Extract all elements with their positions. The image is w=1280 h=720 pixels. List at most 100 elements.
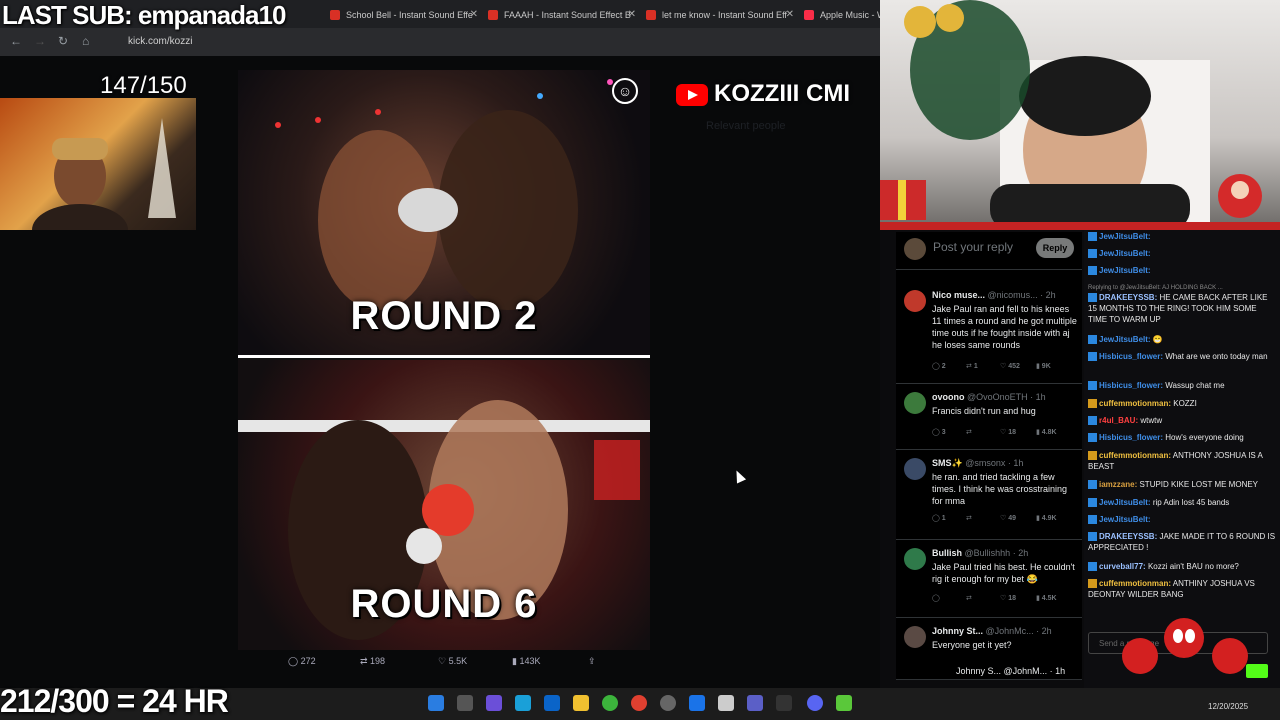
chat-username[interactable]: curveball77: — [1099, 562, 1146, 571]
back-icon[interactable]: ← — [10, 34, 22, 48]
youtube-icon — [676, 83, 708, 106]
avatar[interactable] — [904, 548, 926, 570]
chat-badge-icon — [1088, 480, 1097, 490]
reply-input[interactable]: Post your reply — [933, 240, 1013, 254]
tweet-author[interactable]: Nico muse... @nicomus... · 2h — [932, 290, 1056, 300]
tweet-author[interactable]: Bullish @Bullishhh · 2h — [932, 548, 1028, 558]
close-tab-icon[interactable]: ✕ — [786, 4, 794, 26]
repost-count[interactable]: ⇄ — [966, 428, 972, 436]
edge-icon[interactable] — [515, 695, 531, 711]
avatar[interactable] — [904, 392, 926, 414]
chat-username[interactable]: Hisbicus_flower: — [1099, 381, 1163, 390]
chat-badge-icon — [1088, 293, 1097, 303]
avatar[interactable] — [904, 458, 926, 480]
chat-badge-icon — [1088, 579, 1097, 589]
windows-start-icon[interactable] — [428, 695, 444, 711]
chat-username[interactable]: cuffemmotionman: — [1099, 451, 1171, 460]
chat-message: JewJitsuBelt: — [1088, 265, 1276, 276]
spiderman-overlay — [1110, 612, 1250, 682]
forward-icon[interactable]: → — [34, 34, 46, 48]
store-icon[interactable] — [689, 695, 705, 711]
chat-username[interactable]: cuffemmotionman: — [1099, 579, 1171, 588]
youtube-favicon-icon — [330, 10, 340, 20]
view-count[interactable]: ▮ 4.5K — [1036, 594, 1057, 602]
chat-username[interactable]: JewJitsuBelt: — [1099, 249, 1151, 258]
chat-username[interactable]: JewJitsuBelt: — [1099, 498, 1151, 507]
chat-text: Replying to @JewJitsuBelt: AJ HOLDING BA… — [1088, 285, 1223, 291]
url-field[interactable]: kick.com/kozzi — [112, 34, 872, 50]
close-tab-icon[interactable]: ✕ — [628, 4, 636, 26]
chat-username[interactable]: Hisbicus_flower: — [1099, 433, 1163, 442]
reply-count[interactable]: ◯ 3 — [932, 428, 946, 436]
teams-icon[interactable] — [747, 695, 763, 711]
reply-tweet[interactable]: Bullish @Bullishhh · 2h Jake Paul tried h… — [896, 542, 1082, 618]
app-icon[interactable] — [836, 695, 852, 711]
discord-icon[interactable] — [807, 695, 823, 711]
tweet-text: Everyone get it yet? — [932, 640, 1012, 650]
close-tab-icon[interactable]: ✕ — [470, 4, 478, 26]
home-icon[interactable]: ⌂ — [82, 34, 89, 48]
chat-username[interactable]: JewJitsuBelt: — [1099, 232, 1151, 241]
chat-username[interactable]: Hisbicus_flower: — [1099, 352, 1163, 361]
repost-count[interactable]: ⇄ 1 — [966, 362, 978, 370]
repost-count[interactable]: ⇄ — [966, 514, 972, 522]
file-explorer-icon[interactable] — [573, 695, 589, 711]
reply-tweet[interactable]: ovoono @OvoOnoETH · 1h Francis didn't run… — [896, 386, 1082, 450]
outlook-icon[interactable] — [544, 695, 560, 711]
tweet-author[interactable]: Johnny St... @JohnMc... · 2h — [932, 626, 1052, 636]
reply-count[interactable]: ◯ 1 — [932, 514, 946, 522]
repost-count[interactable]: ⇄ — [966, 594, 972, 602]
chrome-icon[interactable] — [631, 695, 647, 711]
share-icon[interactable]: ⇪ — [588, 656, 596, 667]
christmas-webcam-frame — [880, 0, 1280, 230]
chat-username[interactable]: JewJitsuBelt: — [1099, 335, 1151, 344]
settings-icon[interactable] — [660, 695, 676, 711]
guest-webcam-figure — [32, 118, 176, 256]
smiley-icon: ☺ — [612, 78, 638, 104]
view-count[interactable]: ▮ 4.9K — [1036, 514, 1057, 522]
chat-message: Hisbicus_flower: How's everyone doing — [1088, 432, 1276, 443]
like-count[interactable]: ♡ 18 — [1000, 594, 1016, 602]
chat-username[interactable]: JewJitsuBelt: — [1099, 515, 1151, 524]
task-view-icon[interactable] — [457, 695, 473, 711]
browser-tab[interactable]: let me know - Instant Sound Eff ✕ — [638, 4, 794, 26]
app-icon[interactable] — [776, 695, 792, 711]
chat-username[interactable]: DRAKEEYSSB: — [1099, 532, 1157, 541]
browser-tab[interactable]: School Bell - Instant Sound Effe ✕ — [322, 4, 478, 26]
avatar[interactable] — [904, 626, 926, 648]
copilot-icon[interactable] — [486, 695, 502, 711]
chat-username[interactable]: JewJitsuBelt: — [1099, 266, 1151, 275]
chat-username[interactable]: DRAKEEYSSB: — [1099, 293, 1157, 302]
reply-count[interactable]: ◯ 2 — [932, 362, 946, 370]
chat-username[interactable]: r4ul_BAU: — [1099, 416, 1138, 425]
tweet-author[interactable]: SMS✨ @smsonx · 1h — [932, 458, 1023, 469]
reply-count[interactable]: ◯ — [932, 594, 940, 602]
reply-tweet[interactable]: Nico muse... @nicomus... · 2h Jake Paul r… — [896, 284, 1082, 384]
reply-tweet[interactable]: SMS✨ @smsonx · 1h he ran. and tried tackl… — [896, 452, 1082, 540]
like-count[interactable]: ♡ 452 — [1000, 362, 1020, 370]
view-count[interactable]: ▮ 143K — [512, 656, 540, 667]
repost-count[interactable]: ⇄ 198 — [360, 656, 385, 667]
tweet-author[interactable]: ovoono @OvoOnoETH · 1h — [932, 392, 1046, 402]
chat-text: Wassup chat me — [1165, 381, 1225, 390]
apple-music-favicon-icon — [804, 10, 814, 20]
view-count[interactable]: ▮ 9K — [1036, 362, 1051, 370]
reload-icon[interactable]: ↻ — [58, 34, 68, 48]
view-count[interactable]: ▮ 4.8K — [1036, 428, 1057, 436]
app-icon[interactable] — [602, 695, 618, 711]
reply-count[interactable]: ◯ 272 — [288, 656, 316, 667]
like-count[interactable]: ♡ 18 — [1000, 428, 1016, 436]
avatar[interactable] — [904, 290, 926, 312]
chat-username[interactable]: iamzzane: — [1099, 480, 1137, 489]
chat-badge-icon — [1088, 249, 1097, 259]
like-count[interactable]: ♡ 49 — [1000, 514, 1016, 522]
chat-text: Kozzi ain't BAU no more? — [1147, 562, 1239, 571]
reply-button[interactable]: Reply — [1036, 238, 1074, 258]
like-count[interactable]: ♡ 5.5K — [438, 656, 467, 667]
browser-tab[interactable]: FAAAH - Instant Sound Effect B ✕ — [480, 4, 636, 26]
browser-tab[interactable]: Apple Music - W — [796, 4, 880, 26]
chat-text: wtwtw — [1140, 416, 1163, 425]
app-icon[interactable] — [718, 695, 734, 711]
chat-text: rip Adin lost 45 bands — [1152, 498, 1230, 507]
chat-username[interactable]: cuffemmotionman: — [1099, 399, 1171, 408]
